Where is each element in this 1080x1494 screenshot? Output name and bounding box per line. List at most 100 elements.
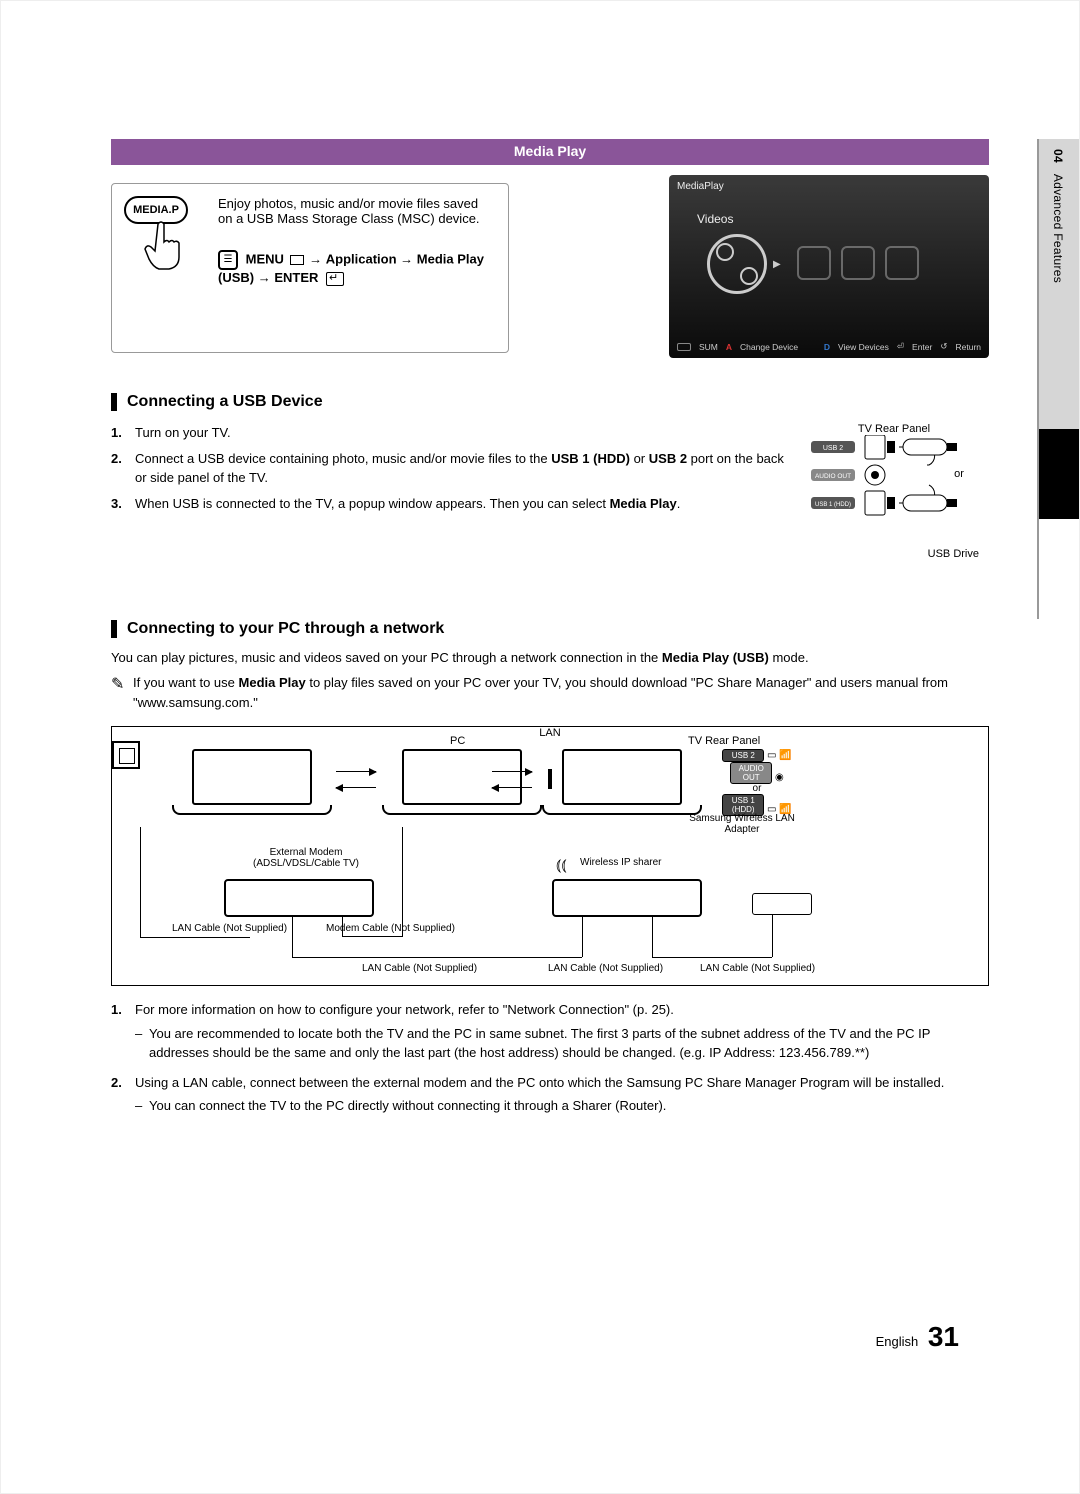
- usb-section-title: Connecting a USB Device: [111, 393, 989, 411]
- sum-icon: [677, 343, 691, 351]
- nd-port-audio: AUDIO OUT: [730, 762, 772, 784]
- nd-lan-cable-2: LAN Cable (Not Supplied): [362, 963, 477, 974]
- usb-ports-icon: USB 2 AUDIO OUT or USB 1 (HDD): [809, 435, 979, 545]
- tvshot-enter: Enter: [912, 342, 932, 352]
- menu-icon: ☰: [218, 250, 238, 270]
- usb-content: 1. Turn on your TV. 2. Connect a USB devi…: [111, 423, 989, 560]
- nd-port-usb2: USB 2: [722, 749, 764, 762]
- nd-adapter-label: Samsung Wireless LAN Adapter: [682, 813, 802, 835]
- arrow-icon: [336, 787, 376, 788]
- network-step: 1. For more information on how to config…: [111, 1000, 989, 1063]
- usb-section-title-text: Connecting a USB Device: [127, 393, 323, 410]
- cable-icon: [292, 917, 293, 957]
- svg-text:USB 1 (HDD): USB 1 (HDD): [815, 502, 851, 508]
- menu-path: ☰ MENU → Application → Media Play (USB) …: [218, 250, 496, 286]
- tvshot-return: Return: [955, 342, 981, 352]
- footer-lang: English: [876, 1334, 919, 1349]
- cable-icon: [652, 957, 772, 958]
- laptop-3-icon: [542, 749, 702, 827]
- menu-prefix: MENU: [246, 251, 284, 266]
- network-intro: You can play pictures, music and videos …: [111, 650, 989, 665]
- section-header-title: Media Play: [514, 143, 586, 159]
- nd-adapter-text: Samsung Wireless LAN Adapter: [689, 813, 795, 835]
- wifi-icon: 📶: [779, 750, 791, 761]
- tvshot-title: MediaPlay: [677, 181, 981, 192]
- network-substep: You are recommended to locate both the T…: [135, 1024, 989, 1063]
- usb-fig-panel-label: TV Rear Panel: [799, 423, 989, 435]
- film-reel-icon: [707, 234, 767, 294]
- note-icon: ✎: [111, 673, 124, 697]
- nd-lan-label: LAN: [112, 727, 988, 739]
- nd-or: or: [697, 784, 817, 794]
- tvshot-view: View Devices: [838, 342, 889, 352]
- nd-modem-cable: Modem Cable (Not Supplied): [326, 923, 455, 934]
- enter-icon: [326, 272, 344, 286]
- network-section-title: Connecting to your PC through a network: [111, 620, 989, 638]
- network-substep: You can connect the TV to the PC directl…: [135, 1096, 989, 1116]
- svg-text:or: or: [954, 468, 964, 480]
- usb-step: 2. Connect a USB device containing photo…: [111, 449, 799, 488]
- modem-icon: [224, 879, 374, 917]
- cable-icon: [772, 915, 773, 957]
- network-note: ✎ If you want to use Media Play to play …: [111, 673, 989, 712]
- tv-screenshot: MediaPlay Videos ▶ SUM A Change Device D…: [669, 175, 989, 358]
- cable-icon: [140, 937, 250, 938]
- page-footer: English 31: [876, 1321, 959, 1353]
- tvshot-thumbnails: [787, 246, 919, 283]
- nd-lan-cable-1: LAN Cable (Not Supplied): [172, 923, 287, 934]
- svg-text:AUDIO OUT: AUDIO OUT: [815, 473, 851, 480]
- tvshot-sum: SUM: [699, 342, 718, 352]
- hand-icon: [138, 218, 194, 274]
- arrow-icon: [492, 787, 532, 788]
- wlan-adapter-icon: [752, 893, 812, 915]
- tvshot-footer: SUM A Change Device D View Devices ⏎ Ent…: [677, 341, 981, 352]
- laptop-1-icon: [172, 749, 332, 827]
- lan-port-icon: [112, 741, 140, 769]
- router-icon: [552, 879, 702, 917]
- nd-lan-cable-4: LAN Cable (Not Supplied): [700, 963, 815, 974]
- arrow-icon: [492, 771, 532, 772]
- laptop-pc-icon: [382, 749, 542, 827]
- usb-figure: TV Rear Panel USB 2 AUDIO OUT or USB 1 (…: [799, 423, 989, 560]
- remote-icon: MEDIA.P: [124, 196, 204, 276]
- nd-lan-cable-3: LAN Cable (Not Supplied): [548, 963, 663, 974]
- intro-desc: Enjoy photos, music and/or movie files s…: [218, 196, 480, 226]
- usb-steps: 1. Turn on your TV. 2. Connect a USB devi…: [111, 423, 799, 560]
- nd-modem-text: External Modem: [270, 847, 343, 858]
- menu-button-icon: [290, 255, 304, 265]
- menu-p3: ENTER: [274, 270, 318, 285]
- a-button-icon: A: [726, 342, 732, 352]
- network-diagram: PC TV Rear Panel LAN USB 2 ▭ 📶 AUDIO OUT…: [111, 726, 989, 986]
- chapter-number: 04: [1051, 149, 1065, 163]
- tvshot-tab: Videos: [697, 212, 981, 226]
- network-section-title-text: Connecting to your PC through a network: [127, 620, 444, 637]
- usb-drive-label: USB Drive: [799, 548, 989, 560]
- chapter-section: Advanced Features: [1051, 174, 1065, 283]
- side-tab: 04 Advanced Features: [1037, 139, 1079, 619]
- d-button-icon: D: [824, 342, 830, 352]
- nd-tvpanel-label: TV Rear Panel: [688, 735, 760, 747]
- svg-text:USB 2: USB 2: [823, 445, 843, 452]
- enter-small-icon: ⏎: [897, 341, 904, 352]
- side-tab-text: 04 Advanced Features: [1051, 149, 1065, 283]
- side-tab-black: [1039, 429, 1079, 519]
- cable-icon: [402, 827, 404, 937]
- usb-step: 3. When USB is connected to the TV, a po…: [111, 494, 799, 514]
- nd-modem-label: External Modem (ADSL/VDSL/Cable TV): [226, 847, 386, 869]
- nd-pc-label: PC: [450, 735, 465, 747]
- nd-router-label: Wireless IP sharer: [580, 857, 662, 868]
- return-icon: ↺: [940, 341, 947, 352]
- usb-step: 1. Turn on your TV.: [111, 423, 799, 443]
- wireless-waves-icon: ⦅⦅: [556, 857, 567, 875]
- section-header: Media Play: [111, 139, 989, 165]
- network-steps: 1. For more information on how to config…: [111, 1000, 989, 1116]
- cable-icon: [652, 917, 653, 957]
- page: 04 Advanced Features Media Play MEDIA.P …: [0, 0, 1080, 1494]
- nd-modem-sub: (ADSL/VDSL/Cable TV): [253, 858, 359, 869]
- cable-icon: [292, 957, 582, 958]
- intro-block: MEDIA.P Enjoy photos, music and/or movie…: [111, 183, 989, 363]
- arrow-icon: [336, 771, 376, 772]
- cable-icon: [582, 917, 583, 957]
- tv-ports-icon: USB 2 ▭ 📶 AUDIO OUT ◉ or USB 1 (HDD) ▭ 📶: [697, 749, 817, 816]
- intro-card: MEDIA.P Enjoy photos, music and/or movie…: [111, 183, 509, 353]
